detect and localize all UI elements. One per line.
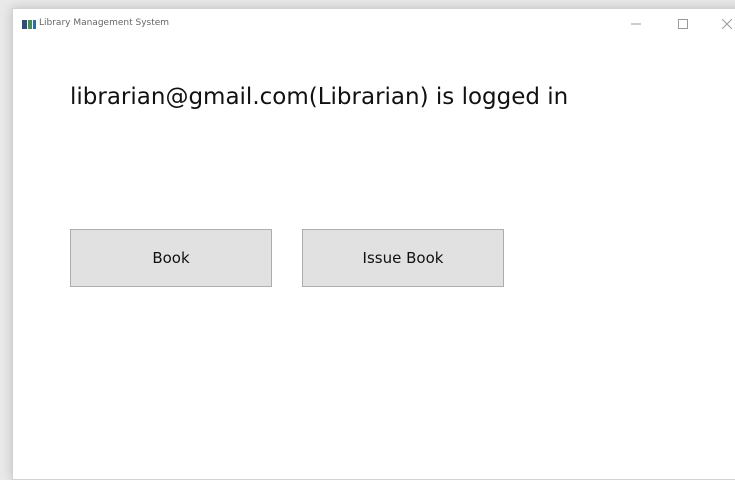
login-status-label: librarian@gmail.com(Librarian) is logged… [70,84,569,110]
minimize-icon [631,23,641,25]
app-icon [22,20,36,29]
issue-book-button[interactable]: Issue Book [302,229,504,287]
close-icon [722,19,732,29]
maximize-icon [678,19,688,29]
book-button[interactable]: Book [70,229,272,287]
maximize-button[interactable] [663,11,703,37]
window-title: Library Management System [39,18,170,28]
title-bar[interactable]: Library Management System [13,9,735,39]
close-button[interactable] [707,11,735,37]
minimize-button[interactable] [616,11,656,37]
app-window: Library Management System librarian@gmai… [12,8,735,480]
